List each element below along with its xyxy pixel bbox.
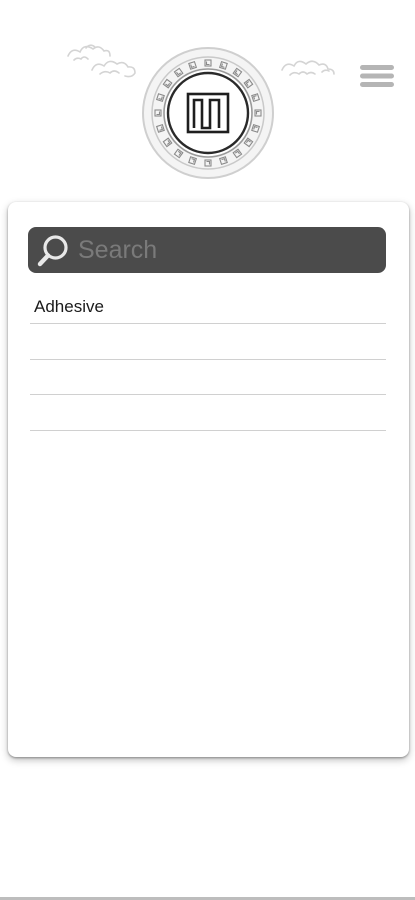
app-screen: Adhesive [0, 0, 415, 900]
cloud-decoration-icon [281, 60, 335, 76]
search-icon[interactable] [35, 233, 71, 269]
search-panel: Adhesive [8, 202, 409, 757]
list-item[interactable]: Adhesive [30, 290, 386, 324]
list-item[interactable] [30, 361, 386, 395]
search-input[interactable] [78, 231, 378, 269]
result-list: Adhesive [30, 290, 386, 431]
list-item[interactable] [30, 397, 386, 431]
cloud-decoration-icon [67, 44, 136, 78]
list-item[interactable] [30, 326, 386, 360]
list-item-label: Adhesive [34, 297, 104, 316]
maze-emblem-icon [142, 47, 274, 179]
search-bar[interactable] [28, 227, 386, 273]
header [0, 0, 415, 195]
hamburger-menu-icon[interactable] [358, 62, 396, 90]
